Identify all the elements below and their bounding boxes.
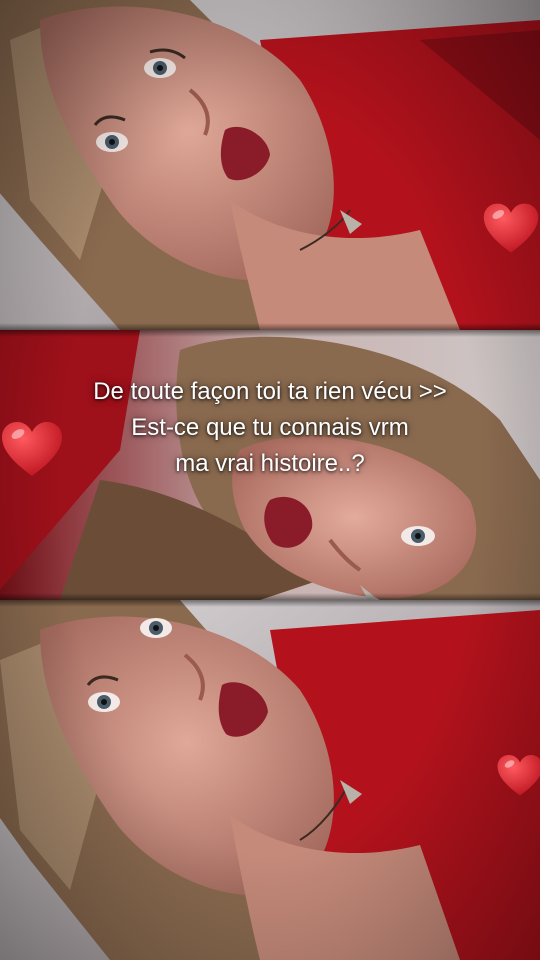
story-frame: De toute façon toi ta rien vécu >> Est-c…	[0, 0, 540, 960]
selfie-photo-top	[0, 0, 540, 330]
selfie-photo-bottom	[0, 600, 540, 960]
red-heart-emoji-icon	[496, 745, 540, 807]
selfie-panel-top	[0, 0, 540, 330]
red-heart-emoji-icon	[482, 200, 540, 258]
panel-divider	[0, 593, 540, 607]
caption-line-1: De toute façon toi ta rien vécu >>	[93, 378, 447, 405]
overlay-caption: De toute façon toi ta rien vécu >> Est-c…	[0, 374, 540, 482]
selfie-panel-bottom	[0, 600, 540, 960]
caption-line-3: ma vrai histoire..?	[175, 450, 365, 477]
panel-divider	[0, 323, 540, 337]
caption-line-2: Est-ce que tu connais vrm	[131, 414, 409, 441]
